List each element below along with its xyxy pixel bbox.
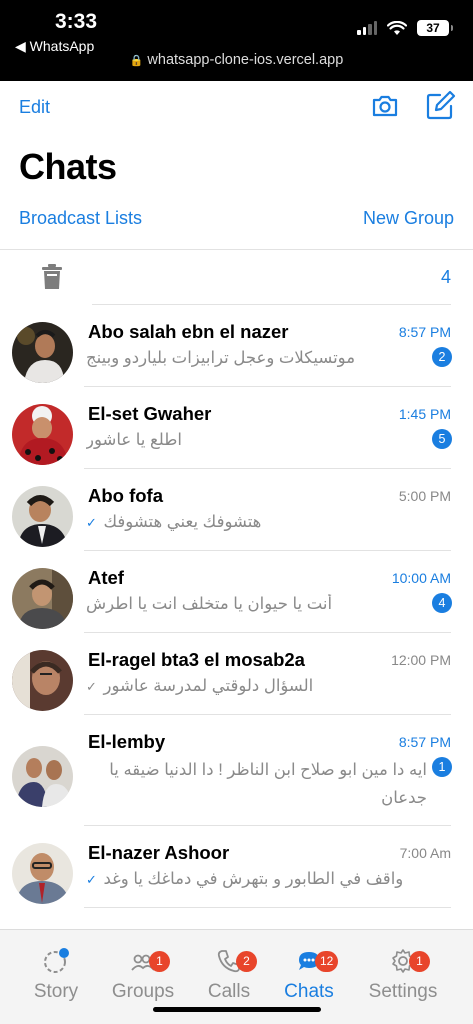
avatar xyxy=(12,843,73,904)
page-title: Chats xyxy=(19,146,117,187)
unread-badge: 5 xyxy=(432,429,452,449)
last-message: ✓ واقف في الطابور و بتهرش في دماغك يا وغ… xyxy=(86,869,413,889)
battery-icon: 37 xyxy=(417,20,453,36)
contact-name: El-ragel bta3 el mosab2a xyxy=(88,649,305,670)
message-time: 8:57 PM xyxy=(398,324,451,340)
message-time: 10:00 AM xyxy=(391,570,451,586)
last-message: ايه دا مين ابو صلاح ابن الناظر ! دا الدن… xyxy=(86,756,427,812)
tab-label: Story xyxy=(33,981,79,1002)
lock-icon: 🔒 xyxy=(129,55,144,67)
contact-name: El-nazer Ashoor xyxy=(88,842,230,863)
unread-badge: 1 xyxy=(432,757,452,777)
wifi-icon xyxy=(387,20,407,35)
unread-badge: 4 xyxy=(432,593,452,613)
archived-count[interactable]: 4 xyxy=(441,267,451,288)
groups-badge: 1 xyxy=(149,951,170,972)
divider xyxy=(84,907,451,908)
signal-icon xyxy=(357,21,377,35)
message-text: اطلع يا عاشور xyxy=(86,431,182,449)
contact-name: El-lemby xyxy=(88,731,166,752)
chat-row[interactable]: El-set Gwaher 1:45 PM اطلع يا عاشور 5 xyxy=(0,387,473,469)
sent-check-icon: ✓ xyxy=(86,679,97,694)
status-bar: 3:33 ◀ WhatsApp 37 🔒 whatsapp-clone-ios.v… xyxy=(0,0,473,81)
compose-icon[interactable] xyxy=(424,90,456,122)
edit-button[interactable]: Edit xyxy=(19,97,50,118)
message-time: 7:00 Am xyxy=(399,845,451,861)
tab-label: Chats xyxy=(284,981,334,1002)
chats-badge: 12 xyxy=(315,951,339,972)
tab-chats[interactable]: 12 Chats xyxy=(262,930,356,1010)
contact-name: Atef xyxy=(88,567,124,588)
last-message: أنت يا حيوان يا متخلف انت يا اطرش xyxy=(86,594,413,614)
broadcast-lists-link[interactable]: Broadcast Lists xyxy=(19,208,142,229)
chat-list: Abo salah ebn el nazer 8:57 PM موتسيكلات… xyxy=(0,305,473,908)
message-text: أنت يا حيوان يا متخلف انت يا اطرش xyxy=(86,595,333,613)
camera-icon[interactable] xyxy=(371,92,399,120)
archive-trash-icon[interactable] xyxy=(41,264,63,290)
settings-badge: 1 xyxy=(409,951,430,972)
story-icon xyxy=(44,948,69,973)
avatar xyxy=(12,322,73,383)
message-time: 1:45 PM xyxy=(398,406,451,422)
message-text: هتشوفك يعني هتشوفك xyxy=(103,513,262,531)
contact-name: Abo fofa xyxy=(88,485,164,506)
message-time: 12:00 PM xyxy=(391,652,451,668)
unread-badge: 2 xyxy=(432,347,452,367)
chat-row[interactable]: Abo fofa 5:00 PM ✓ هتشوفك يعني هتشوفك xyxy=(0,469,473,551)
chat-row[interactable]: El-ragel bta3 el mosab2a 12:00 PM ✓ السؤ… xyxy=(0,633,473,715)
sent-check-icon: ✓ xyxy=(86,872,97,887)
address-bar[interactable]: 🔒 whatsapp-clone-ios.vercel.app xyxy=(0,52,473,68)
message-text: السؤال دلوقتي لمدرسة عاشور xyxy=(103,677,314,695)
last-message: ✓ السؤال دلوقتي لمدرسة عاشور xyxy=(86,676,413,696)
message-text: ايه دا مين ابو صلاح ابن الناظر ! دا الدن… xyxy=(109,761,427,807)
message-text: واقف في الطابور و بتهرش في دماغك يا وغد xyxy=(103,870,404,888)
last-message: موتسيكلات وعجل ترابيزات بلياردو وبينج xyxy=(86,348,413,368)
tab-label: Groups xyxy=(111,981,175,1002)
tab-story[interactable]: Story xyxy=(9,930,103,1010)
tab-groups[interactable]: 1 Groups xyxy=(96,930,190,1010)
contact-name: El-set Gwaher xyxy=(88,403,212,424)
chat-row[interactable]: El-lemby 8:57 PM ايه دا مين ابو صلاح ابن… xyxy=(0,715,473,826)
contact-name: Abo salah ebn el nazer xyxy=(88,321,289,342)
avatar xyxy=(12,486,73,547)
chat-row[interactable]: Atef 10:00 AM أنت يا حيوان يا متخلف انت … xyxy=(0,551,473,633)
avatar xyxy=(12,568,73,629)
clock: 3:33 xyxy=(55,10,98,33)
calls-badge: 2 xyxy=(236,951,257,972)
avatar xyxy=(12,746,73,807)
last-message: اطلع يا عاشور xyxy=(86,430,413,450)
chat-row[interactable]: El-nazer Ashoor 7:00 Am ✓ واقف في الطابو… xyxy=(0,826,473,908)
avatar xyxy=(12,650,73,711)
new-group-link[interactable]: New Group xyxy=(363,208,454,229)
system-icons: 37 xyxy=(357,20,453,36)
url-text: whatsapp-clone-ios.vercel.app xyxy=(147,52,344,68)
message-text: موتسيكلات وعجل ترابيزات بلياردو وبينج xyxy=(86,349,356,367)
home-indicator[interactable] xyxy=(153,1007,321,1012)
message-time: 5:00 PM xyxy=(398,488,451,504)
message-time: 8:57 PM xyxy=(398,734,451,750)
chat-row[interactable]: Abo salah ebn el nazer 8:57 PM موتسيكلات… xyxy=(0,305,473,387)
divider xyxy=(0,249,473,250)
tab-label: Settings xyxy=(368,981,438,1002)
sent-check-icon: ✓ xyxy=(86,515,97,530)
avatar xyxy=(12,404,73,465)
last-message: ✓ هتشوفك يعني هتشوفك xyxy=(86,512,413,532)
tab-settings[interactable]: 1 Settings xyxy=(356,930,450,1010)
